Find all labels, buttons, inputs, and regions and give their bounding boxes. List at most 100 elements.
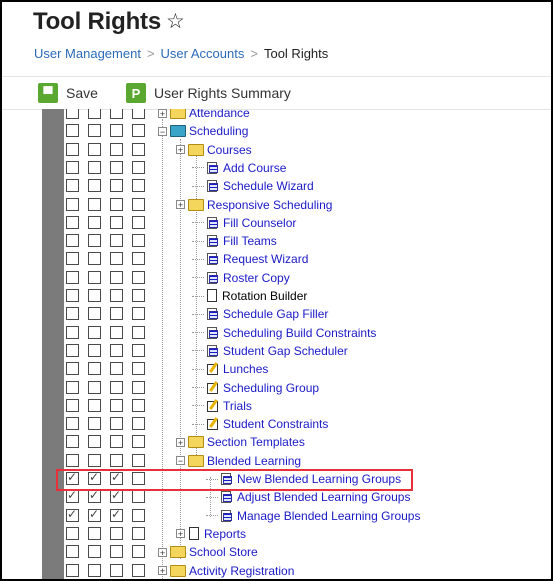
tree-node[interactable]: Trials (192, 397, 252, 415)
write-checkbox[interactable] (88, 435, 101, 449)
delete-checkbox[interactable] (132, 252, 145, 266)
write-checkbox[interactable] (88, 109, 101, 119)
delete-checkbox[interactable] (132, 453, 145, 467)
read-checkbox[interactable] (66, 270, 79, 284)
read-checkbox[interactable] (66, 417, 79, 431)
read-checkbox[interactable] (66, 563, 79, 577)
tree-node[interactable]: + School Store (158, 543, 258, 561)
expand-icon[interactable]: + (176, 200, 185, 210)
add-checkbox[interactable] (110, 325, 123, 339)
write-checkbox[interactable] (88, 398, 101, 412)
add-checkbox[interactable] (110, 270, 123, 284)
add-checkbox[interactable] (110, 488, 123, 504)
delete-checkbox[interactable] (132, 179, 145, 193)
add-checkbox[interactable] (110, 526, 123, 540)
delete-checkbox[interactable] (132, 160, 145, 174)
collapse-icon[interactable]: − (176, 456, 185, 466)
write-checkbox[interactable] (88, 507, 101, 522)
delete-checkbox[interactable] (132, 417, 145, 431)
delete-checkbox[interactable] (132, 563, 145, 577)
tree-node[interactable]: − Scheduling (158, 122, 248, 140)
expand-icon[interactable]: + (176, 145, 185, 155)
write-checkbox[interactable] (88, 142, 101, 156)
add-checkbox[interactable] (110, 215, 123, 229)
tree-node[interactable]: + Courses (176, 141, 252, 159)
delete-checkbox[interactable] (132, 307, 145, 321)
delete-checkbox[interactable] (132, 109, 145, 119)
tree-node[interactable]: + Reports (176, 525, 246, 543)
write-checkbox[interactable] (88, 380, 101, 394)
write-checkbox[interactable] (88, 270, 101, 284)
read-checkbox[interactable] (66, 252, 79, 266)
write-checkbox[interactable] (88, 215, 101, 229)
write-checkbox[interactable] (88, 362, 101, 376)
tree-node[interactable]: Roster Copy (192, 269, 290, 287)
delete-checkbox[interactable] (132, 526, 145, 540)
tree-node[interactable]: Scheduling Group (192, 379, 319, 397)
write-checkbox[interactable] (88, 526, 101, 540)
read-checkbox[interactable] (66, 160, 79, 174)
read-checkbox[interactable] (66, 507, 79, 522)
tree-node[interactable]: Lunches (192, 360, 268, 378)
tree-node[interactable]: Fill Counselor (192, 214, 296, 232)
breadcrumb-user-management[interactable]: User Management (34, 46, 141, 61)
add-checkbox[interactable] (110, 417, 123, 431)
read-checkbox[interactable] (66, 343, 79, 357)
add-checkbox[interactable] (110, 563, 123, 577)
write-checkbox[interactable] (88, 563, 101, 577)
add-checkbox[interactable] (110, 160, 123, 174)
read-checkbox[interactable] (66, 545, 79, 559)
read-checkbox[interactable] (66, 435, 79, 449)
add-checkbox[interactable] (110, 109, 123, 119)
add-checkbox[interactable] (110, 234, 123, 248)
expand-icon[interactable]: + (176, 437, 185, 447)
expand-icon[interactable]: + (158, 566, 167, 576)
read-checkbox[interactable] (66, 179, 79, 193)
write-checkbox[interactable] (88, 179, 101, 193)
add-checkbox[interactable] (110, 307, 123, 321)
delete-checkbox[interactable] (132, 234, 145, 248)
add-checkbox[interactable] (110, 142, 123, 156)
delete-checkbox[interactable] (132, 380, 145, 394)
read-checkbox[interactable] (66, 124, 79, 138)
delete-checkbox[interactable] (132, 398, 145, 412)
add-checkbox[interactable] (110, 179, 123, 193)
user-rights-summary-button[interactable]: P User Rights Summary (126, 82, 291, 104)
add-checkbox[interactable] (110, 362, 123, 376)
expand-icon[interactable]: + (176, 529, 185, 539)
add-checkbox[interactable] (110, 435, 123, 449)
read-checkbox[interactable] (66, 398, 79, 412)
write-checkbox[interactable] (88, 307, 101, 321)
tree-node[interactable]: + Activity Registration (158, 562, 294, 580)
tree-node[interactable]: Add Course (192, 159, 286, 177)
read-checkbox[interactable] (66, 234, 79, 248)
delete-checkbox[interactable] (132, 197, 145, 211)
read-checkbox[interactable] (66, 526, 79, 540)
tree-node[interactable]: Schedule Wizard (192, 177, 314, 195)
tree-node[interactable]: Request Wizard (192, 250, 308, 268)
write-checkbox[interactable] (88, 197, 101, 211)
write-checkbox[interactable] (88, 417, 101, 431)
write-checkbox[interactable] (88, 488, 101, 504)
read-checkbox[interactable] (66, 289, 79, 302)
delete-checkbox[interactable] (132, 124, 145, 138)
delete-checkbox[interactable] (132, 435, 145, 449)
add-checkbox[interactable] (110, 197, 123, 211)
tree-node[interactable]: + Responsive Scheduling (176, 196, 332, 214)
write-checkbox[interactable] (88, 325, 101, 339)
tree-node[interactable]: Rotation Builder (192, 287, 307, 305)
read-checkbox[interactable] (66, 380, 79, 394)
write-checkbox[interactable] (88, 252, 101, 266)
tree-node[interactable]: Student Gap Scheduler (192, 342, 348, 360)
delete-checkbox[interactable] (132, 215, 145, 229)
breadcrumb-user-accounts[interactable]: User Accounts (161, 46, 245, 61)
delete-checkbox[interactable] (132, 545, 145, 559)
add-checkbox[interactable] (110, 545, 123, 559)
tree-node[interactable]: Manage Blended Learning Groups (206, 507, 420, 525)
tree-node[interactable]: Student Constraints (192, 415, 328, 433)
tree-node[interactable]: Fill Teams (192, 232, 277, 250)
save-button[interactable]: ▀ Save (38, 82, 98, 104)
expand-icon[interactable]: + (158, 109, 167, 118)
add-checkbox[interactable] (110, 124, 123, 138)
delete-checkbox[interactable] (132, 508, 145, 522)
